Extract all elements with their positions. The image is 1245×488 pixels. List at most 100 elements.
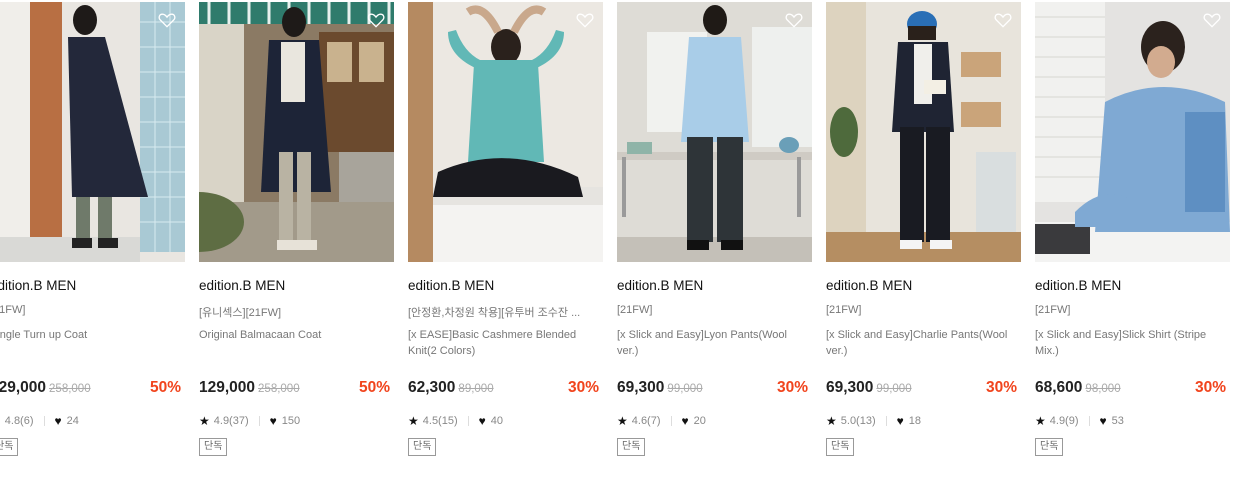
- product-card[interactable]: edition.B MEN [21FW] [x Slick and Easy]L…: [617, 2, 812, 482]
- brand-name[interactable]: edition.B MEN: [199, 278, 285, 293]
- heart-icon: ♥: [478, 414, 486, 428]
- product-card[interactable]: edition.B MEN [21FW] [x Slick and Easy]S…: [1035, 2, 1230, 482]
- brand-name[interactable]: edition.B MEN: [1035, 278, 1121, 293]
- product-name[interactable]: [x Slick and Easy]Slick Shirt (Stripe Mi…: [1035, 327, 1223, 359]
- product-card[interactable]: edition.B MEN [21FW] Single Turn up Coat…: [0, 2, 185, 482]
- divider: [258, 416, 260, 426]
- product-name[interactable]: Original Balmacaan Coat: [199, 327, 387, 343]
- rating: 4.8(6): [4, 415, 34, 427]
- review-meta: ★ 4.9(37) ♥ 150: [199, 414, 300, 428]
- review-meta: ★ 4.9(9) ♥ 53: [1035, 414, 1124, 428]
- sale-price: 62,300 89,000: [408, 379, 494, 397]
- sale-price-value: 129,000: [0, 379, 47, 396]
- product-image[interactable]: [617, 2, 812, 262]
- product-card[interactable]: edition.B MEN [유니섹스][21FW] Original Balm…: [199, 2, 394, 482]
- like-count: 20: [693, 415, 706, 427]
- product-name[interactable]: [x Slick and Easy]Lyon Pants(Wool ver.): [617, 327, 805, 359]
- like-count: 53: [1111, 415, 1124, 427]
- product-name[interactable]: Single Turn up Coat: [0, 327, 178, 343]
- exclusive-badge: 단독: [199, 438, 228, 456]
- sale-price: 69,300 99,000: [617, 379, 703, 397]
- star-icon: ★: [199, 414, 210, 428]
- sale-price: 129,000258,000: [199, 379, 300, 397]
- sale-price-value: 69,300: [617, 379, 665, 396]
- rating: 4.9(37): [213, 415, 249, 427]
- like-count: 18: [908, 415, 921, 427]
- heart-icon: ♥: [1099, 414, 1107, 428]
- discount-rate: 30%: [776, 379, 808, 396]
- like-count: 150: [281, 415, 301, 427]
- product-list: edition.B MEN [21FW] Single Turn up Coat…: [0, 2, 1245, 488]
- sale-price: 69,300 99,000: [826, 379, 912, 397]
- product-photo: [617, 2, 812, 262]
- product-photo: [826, 2, 1021, 262]
- divider: [670, 416, 672, 426]
- product-tag: [유니섹스][21FW]: [199, 307, 282, 319]
- product-card[interactable]: edition.B MEN [21FW] [x Slick and Easy]C…: [826, 2, 1021, 482]
- original-price: 258,000: [49, 383, 91, 395]
- product-image[interactable]: [826, 2, 1021, 262]
- sale-price: 129,000258,000: [0, 379, 91, 397]
- product-name[interactable]: [x Slick and Easy]Charlie Pants(Wool ver…: [826, 327, 1014, 359]
- product-photo: [1035, 2, 1230, 262]
- brand-name[interactable]: edition.B MEN: [617, 278, 703, 293]
- original-price: 89,000: [458, 383, 494, 395]
- rating: 4.9(9): [1049, 415, 1079, 427]
- heart-icon: ♥: [269, 414, 277, 428]
- star-icon: ★: [0, 414, 1, 428]
- product-photo: [0, 2, 185, 262]
- product-name[interactable]: [x EASE]Basic Cashmere Blended Knit(2 Co…: [408, 327, 596, 359]
- review-meta: ★ 4.8(6) ♥ 24: [0, 414, 79, 428]
- heart-outline-icon[interactable]: [157, 10, 177, 30]
- star-icon: ★: [408, 414, 419, 428]
- like-count: 40: [490, 415, 503, 427]
- product-image[interactable]: [1035, 2, 1230, 262]
- sale-price-value: 68,600: [1035, 379, 1083, 396]
- product-tag: [21FW]: [1035, 304, 1071, 316]
- product-image[interactable]: [0, 2, 185, 262]
- product-image[interactable]: [408, 2, 603, 262]
- star-icon: ★: [1035, 414, 1046, 428]
- exclusive-badge: 단독: [617, 438, 646, 456]
- product-photo: [408, 2, 603, 262]
- divider: [885, 416, 887, 426]
- divider: [1088, 416, 1090, 426]
- star-icon: ★: [826, 414, 837, 428]
- product-photo: [199, 2, 394, 262]
- exclusive-badge: 단독: [1035, 438, 1064, 456]
- product-tag: [21FW]: [0, 304, 26, 316]
- heart-icon: ♥: [54, 414, 62, 428]
- original-price: 98,000: [1085, 383, 1121, 395]
- star-icon: ★: [617, 414, 628, 428]
- sale-price-value: 129,000: [199, 379, 256, 396]
- discount-rate: 50%: [358, 379, 390, 396]
- brand-name[interactable]: edition.B MEN: [0, 278, 76, 293]
- brand-name[interactable]: edition.B MEN: [408, 278, 494, 293]
- heart-icon: ♥: [896, 414, 904, 428]
- sale-price: 68,600 98,000: [1035, 379, 1121, 397]
- product-image[interactable]: [199, 2, 394, 262]
- rating: 4.6(7): [631, 415, 661, 427]
- original-price: 99,000: [667, 383, 703, 395]
- exclusive-badge: 단독: [408, 438, 437, 456]
- heart-icon: ♥: [681, 414, 689, 428]
- product-tag: [안정환,차정원 착용][유투버 조수잔 ...: [408, 307, 581, 319]
- original-price: 258,000: [258, 383, 300, 395]
- heart-outline-icon[interactable]: [993, 10, 1013, 30]
- brand-name[interactable]: edition.B MEN: [826, 278, 912, 293]
- heart-outline-icon[interactable]: [575, 10, 595, 30]
- exclusive-badge: 단독: [0, 438, 19, 456]
- original-price: 99,000: [876, 383, 912, 395]
- heart-outline-icon[interactable]: [784, 10, 804, 30]
- discount-rate: 30%: [985, 379, 1017, 396]
- review-meta: ★ 5.0(13) ♥ 18: [826, 414, 921, 428]
- product-card[interactable]: edition.B MEN [안정환,차정원 착용][유투버 조수잔 ... […: [408, 2, 603, 482]
- discount-rate: 50%: [149, 379, 181, 396]
- heart-outline-icon[interactable]: [366, 10, 386, 30]
- sale-price-value: 69,300: [826, 379, 874, 396]
- like-count: 24: [66, 415, 79, 427]
- product-tag: [21FW]: [617, 304, 653, 316]
- discount-rate: 30%: [1194, 379, 1226, 396]
- heart-outline-icon[interactable]: [1202, 10, 1222, 30]
- review-meta: ★ 4.6(7) ♥ 20: [617, 414, 706, 428]
